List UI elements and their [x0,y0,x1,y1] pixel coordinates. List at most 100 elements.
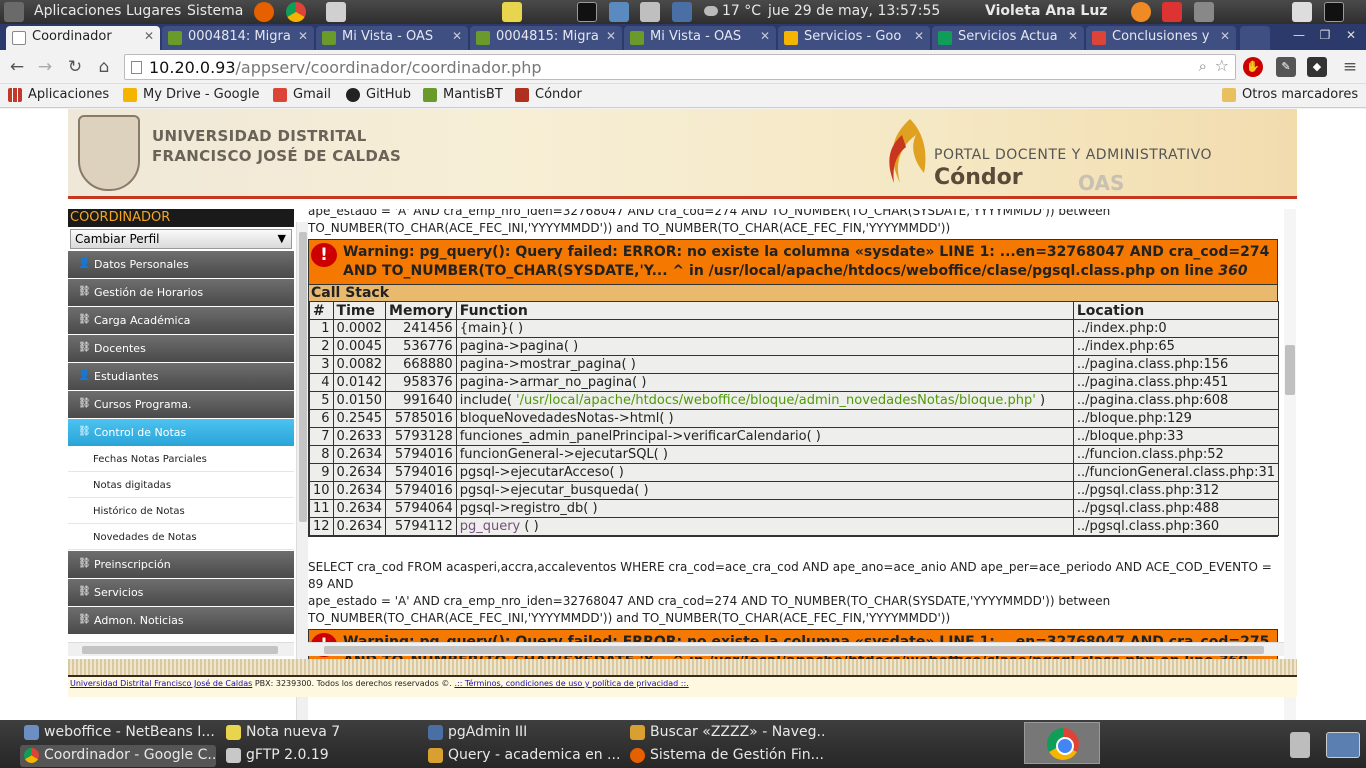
reload-icon[interactable]: ↻ [64,57,86,77]
subitem-historico-notas[interactable]: Histórico de Notas [68,498,294,524]
maximize-icon[interactable]: ❐ [1314,26,1336,44]
close-icon[interactable]: ✕ [144,29,154,43]
menu-aplicaciones[interactable]: Aplicaciones [34,3,121,19]
new-tab-button[interactable] [1240,26,1270,50]
task-coordinador-chrome[interactable]: Coordinador - Google C... [20,745,216,767]
change-profile-select[interactable]: Cambiar Perfil ▼ [70,229,292,249]
eyedropper-icon[interactable]: ✎ [1276,57,1296,77]
virtualbox-icon[interactable] [609,2,629,22]
sidebar-item-cursos-programa[interactable]: ⛓ Cursos Programa. [68,391,294,418]
forward-icon[interactable]: → [34,57,56,77]
tab-coordinador[interactable]: Coordinador ✕ [6,26,160,50]
close-icon[interactable]: ✕ [1220,29,1230,43]
scrollbar-thumb[interactable] [324,646,1264,654]
close-window-icon[interactable]: ✕ [1340,26,1362,44]
other-bookmarks[interactable]: Otros marcadores [1222,87,1358,102]
task-netbeans[interactable]: weboffice - NetBeans I... [20,722,216,744]
menu-lugares[interactable]: Lugares [126,3,181,19]
subitem-novedades-notas[interactable]: Novedades de Notas [68,524,294,550]
scrollbar-thumb[interactable] [82,646,278,654]
scrollbar-thumb[interactable] [299,232,307,522]
subitem-notas-digitadas[interactable]: Notas digitadas [68,472,294,498]
minimize-icon[interactable]: — [1288,26,1310,44]
task-query-academica[interactable]: Query - academica en ... [424,745,620,767]
close-icon[interactable]: ✕ [298,29,308,43]
screenshot-icon[interactable] [326,2,346,22]
volume-icon[interactable] [1194,2,1214,22]
sidebar-item-servicios[interactable]: ⛓ Servicios [68,579,294,606]
workspace-switcher-icon[interactable] [1326,732,1360,758]
trash-icon[interactable] [1290,732,1310,758]
github-icon [346,88,360,102]
location-file: ../pagina.class.php [1076,357,1200,372]
menu-sistema[interactable]: Sistema [187,3,243,19]
home-icon[interactable]: ⌂ [93,57,115,77]
chrome-menu-icon[interactable]: ≡ [1339,57,1361,77]
update-sun-icon[interactable] [1131,2,1151,22]
content-scrollbar[interactable] [1284,209,1296,720]
chrome-icon[interactable] [286,2,306,22]
sidebar-horizontal-scrollbar[interactable] [68,642,294,656]
task-sistema-gestion[interactable]: Sistema de Gestión Fin... [626,745,826,767]
tab-0004815[interactable]: 0004815: Migra ✕ [470,26,622,50]
sidebar-item-gestion-horarios[interactable]: ⛓ Gestión de Horarios [68,279,294,306]
tab-servicios-google[interactable]: Servicios - Goo ✕ [778,26,930,50]
weather-temperature[interactable]: 17 °C [722,3,761,19]
tab-mi-vista-2[interactable]: Mi Vista - OAS ✕ [624,26,776,50]
gftp-icon[interactable] [640,2,660,22]
bookmark-star-icon[interactable]: ☆ [1215,56,1229,75]
bookmark-gmail[interactable]: Gmail [273,87,331,102]
search-icon[interactable]: ⌕ [1199,57,1207,75]
page-info-icon[interactable] [131,61,142,74]
notes-icon[interactable] [502,2,522,22]
bookmark-github[interactable]: GitHub [346,87,411,102]
cell-location: ../funcionGeneral.class.php:31 [1072,463,1280,482]
tab-conclusiones[interactable]: Conclusiones y ✕ [1086,26,1236,50]
show-desktop-icon[interactable] [1292,2,1312,22]
task-nota-nueva[interactable]: Nota nueva 7 [222,722,418,744]
close-icon[interactable]: ✕ [452,29,462,43]
tab-servicios-actua[interactable]: Servicios Actua ✕ [932,26,1084,50]
task-gftp[interactable]: gFTP 2.0.19 [222,745,418,767]
tab-mi-vista-1[interactable]: Mi Vista - OAS ✕ [316,26,468,50]
sidebar-item-docentes[interactable]: ⛓ Docentes [68,335,294,362]
close-icon[interactable]: ✕ [914,29,924,43]
bookmark-aplicaciones[interactable]: Aplicaciones [8,87,109,102]
tab-0004814[interactable]: 0004814: Migra ✕ [162,26,314,50]
sidebar-scrollbar[interactable] [296,222,308,720]
sidebar-item-admon-noticias[interactable]: ⛓ Admon. Noticias [68,607,294,634]
task-buscar-zzzz[interactable]: Buscar «ZZZZ» - Naveg... [626,722,826,744]
clock[interactable]: jue 29 de may, 13:57:55 [768,3,940,19]
content-horizontal-scrollbar[interactable] [308,642,1284,656]
scrollbar-thumb[interactable] [1285,345,1295,395]
subitem-fechas-notas-parciales[interactable]: Fechas Notas Parciales [68,446,294,472]
close-icon[interactable]: ✕ [760,29,770,43]
back-icon[interactable]: ← [6,57,28,77]
sidebar-item-preinscripcion[interactable]: ⛓ Preinscripción [68,551,294,578]
address-bar[interactable]: 10.20.0.93/appserv/coordinador/coordinad… [124,54,1236,80]
cell-location: ../pagina.class.php:608 [1072,391,1280,410]
sidebar-item-datos-personales[interactable]: 👤 Datos Personales [68,251,294,278]
user-name[interactable]: Violeta Ana Luz [985,3,1107,19]
university-link[interactable]: Universidad Distrital Francisco José de … [70,679,252,688]
terminal-launcher-icon[interactable] [1324,2,1344,22]
power-icon[interactable] [1162,2,1182,22]
adblock-icon[interactable]: ✋ [1243,57,1263,77]
bookmark-mantisbt[interactable]: MantisBT [423,87,503,102]
extension-icon[interactable]: ◆ [1307,57,1327,77]
computer-icon[interactable] [4,2,24,22]
bookmark-my-drive[interactable]: My Drive - Google [123,87,260,102]
task-pgadmin[interactable]: pgAdmin III [424,722,620,744]
pgadmin-icon[interactable] [672,2,692,22]
cell-time: 0.2633 [332,427,387,446]
workspace-chrome-preview[interactable] [1024,722,1100,764]
sidebar-item-estudiantes[interactable]: 👤 Estudiantes [68,363,294,390]
firefox-icon[interactable] [254,2,274,22]
bookmark-condor[interactable]: Cóndor [515,87,582,102]
terms-link[interactable]: .:: Términos, condiciones de uso y polít… [454,679,688,688]
close-icon[interactable]: ✕ [1068,29,1078,43]
terminal-icon[interactable] [577,2,597,22]
sidebar-item-control-notas[interactable]: ⛓ Control de Notas [68,419,294,446]
close-icon[interactable]: ✕ [606,29,616,43]
sidebar-item-carga-academica[interactable]: ⛓ Carga Académica [68,307,294,334]
